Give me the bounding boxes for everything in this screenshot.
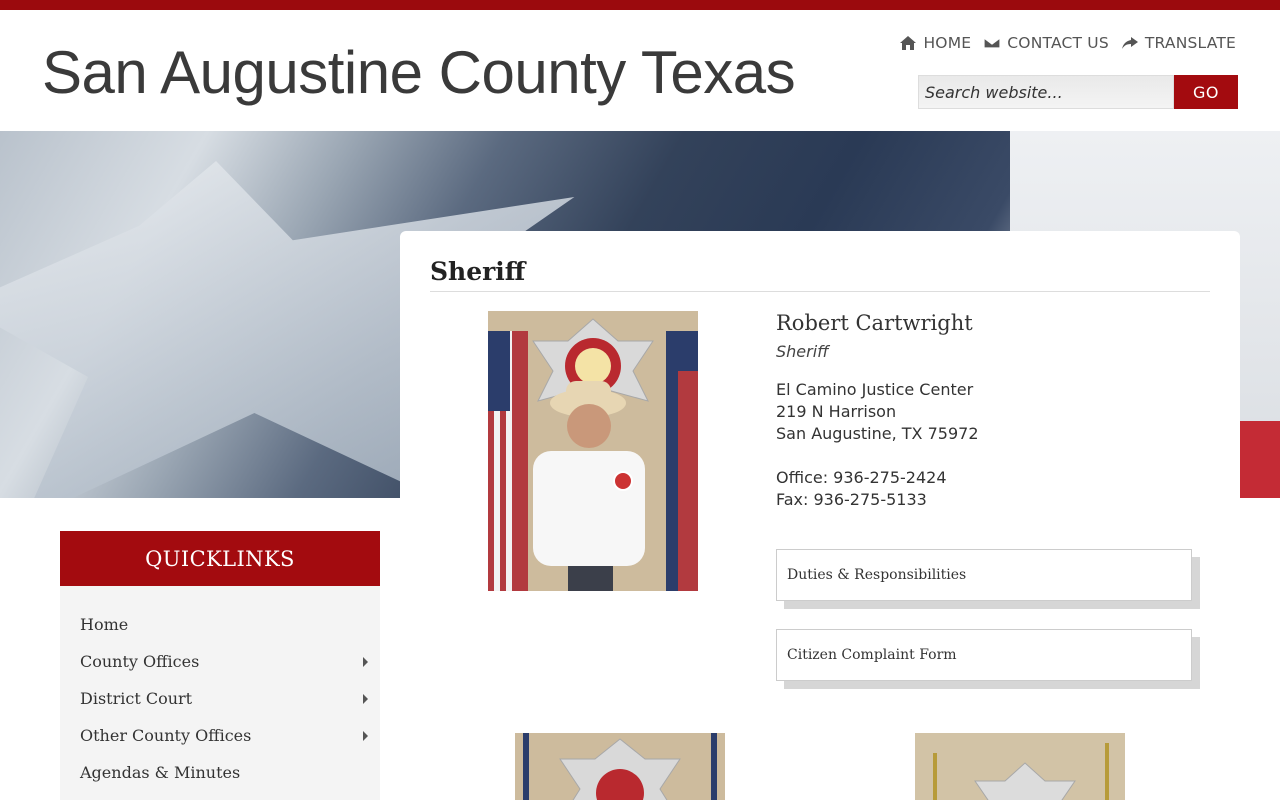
address-line: San Augustine, TX 75972 [776,424,979,443]
quicklink-home[interactable]: Home [60,606,380,643]
quicklink-other-county-offices[interactable]: Other County Offices [60,717,380,754]
gallery-photo [915,733,1125,800]
address-line: 219 N Harrison [776,402,897,421]
office-phone: Office: 936-275-2424 [776,468,947,487]
gallery-photo [515,733,725,800]
nav-translate-label: TRANSLATE [1144,34,1236,52]
envelope-icon [983,37,1001,49]
nav-translate-link[interactable]: TRANSLATE [1121,34,1236,52]
person-role: Sheriff [776,342,829,361]
site-title[interactable]: San Augustine County Texas [42,38,796,107]
submenu-arrow-icon [363,731,368,741]
top-navigation: HOME CONTACT US TRANSLATE [899,34,1236,52]
quicklink-county-offices[interactable]: County Offices [60,643,380,680]
submenu-arrow-icon [363,657,368,667]
home-icon [900,36,917,50]
quicklink-label: Agendas & Minutes [80,763,241,782]
accordion-complaint-form[interactable]: Citizen Complaint Form [776,629,1192,681]
quicklink-label: County Offices [80,652,200,671]
flag-red-stripe [1240,421,1280,498]
search-go-button[interactable]: GO [1174,75,1238,109]
quicklinks-header: QUICKLINKS [60,531,380,586]
quicklink-label: Other County Offices [80,726,252,745]
sheriff-portrait-photo [488,311,698,591]
nav-contact-link[interactable]: CONTACT US [983,34,1109,52]
submenu-arrow-icon [363,694,368,704]
quicklink-label: District Court [80,689,193,708]
title-divider [430,291,1210,292]
nav-home-link[interactable]: HOME [899,34,971,52]
top-accent-bar [0,0,1280,10]
contact-block: Office: 936-275-2424 Fax: 936-275-5133 [776,467,947,511]
quicklink-label: Home [80,615,129,634]
address-block: El Camino Justice Center 219 N Harrison … [776,379,979,445]
accordion-duties[interactable]: Duties & Responsibilities [776,549,1192,601]
quicklink-district-court[interactable]: District Court [60,680,380,717]
search-form: GO [918,75,1238,109]
fax-number: Fax: 936-275-5133 [776,490,927,509]
page-title: Sheriff [430,257,526,286]
address-line: El Camino Justice Center [776,380,974,399]
main-content: Sheriff Robert Cartwright Sheriff El Cam… [400,231,1240,800]
nav-home-label: HOME [923,34,972,52]
nav-contact-label: CONTACT US [1007,34,1109,52]
search-input[interactable] [918,75,1174,109]
person-name: Robert Cartwright [776,311,973,335]
share-icon [1121,37,1138,49]
quicklink-agendas-minutes[interactable]: Agendas & Minutes [60,754,380,791]
site-header: San Augustine County Texas HOME CONTACT … [0,10,1280,131]
quicklinks-list: Home County Offices District Court Other… [60,586,380,800]
